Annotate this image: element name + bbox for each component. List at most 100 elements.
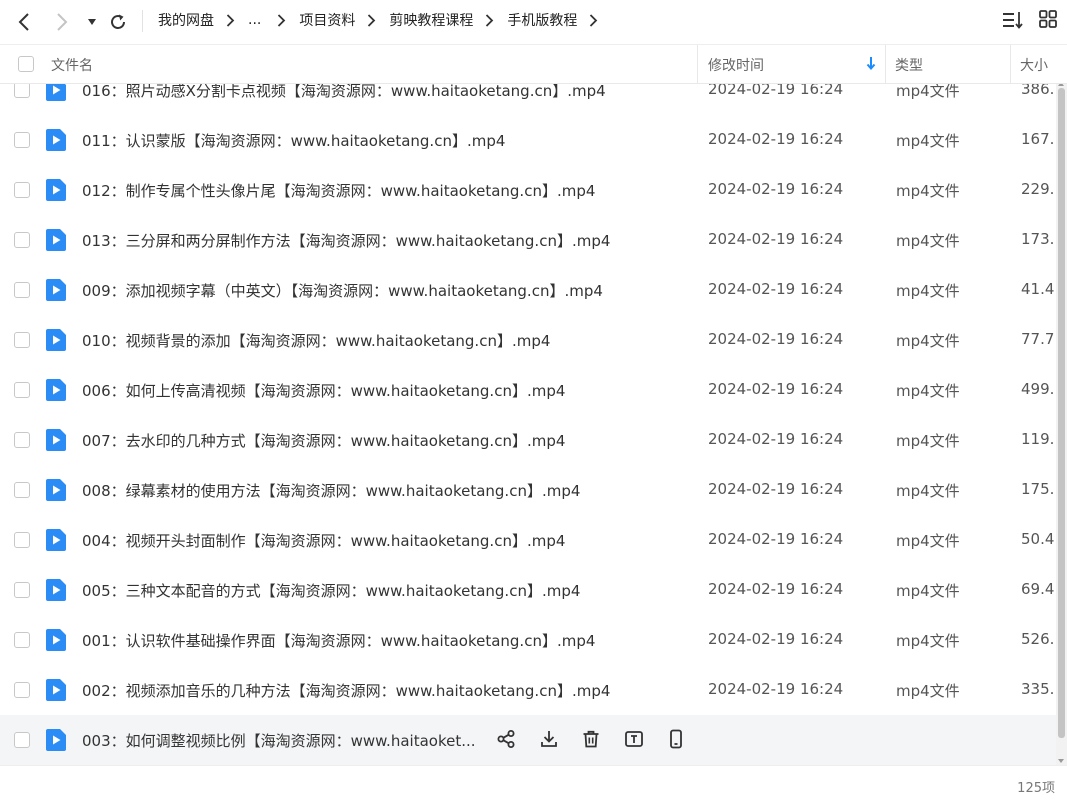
row-checkbox[interactable] <box>14 732 30 748</box>
row-checkbox[interactable] <box>14 132 30 148</box>
row-checkbox[interactable] <box>14 232 30 248</box>
history-dropdown-button[interactable] <box>78 8 106 36</box>
row-checkbox[interactable] <box>14 182 30 198</box>
file-size: 69.4 <box>1021 580 1054 598</box>
grid-view-button[interactable] <box>1039 10 1057 32</box>
trash-button[interactable] <box>580 728 602 750</box>
file-type: mp4文件 <box>896 282 960 300</box>
file-row[interactable]: 003：如何调整视频比例【海淘资源网：www.haitaoket... <box>0 715 1056 765</box>
row-checkbox[interactable] <box>14 282 30 298</box>
column-divider[interactable] <box>697 45 698 83</box>
column-header: 文件名 修改时间 类型 大小 <box>0 44 1067 84</box>
column-divider[interactable] <box>1010 45 1011 83</box>
vertical-scrollbar[interactable] <box>1056 82 1067 765</box>
file-name[interactable]: 005：三种文本配音的方式【海淘资源网：www.haitaoketang.cn】… <box>82 580 580 601</box>
file-size: 526. <box>1021 630 1054 648</box>
scroll-down-arrow-icon[interactable] <box>1058 759 1064 763</box>
file-name[interactable]: 013：三分屏和两分屏制作方法【海淘资源网：www.haitaoketang.c… <box>82 230 610 251</box>
file-size: 229. <box>1021 180 1054 198</box>
refresh-button[interactable] <box>104 8 132 36</box>
caret-down-icon <box>88 19 96 25</box>
file-type: mp4文件 <box>896 132 960 150</box>
file-modified-date: 2024-02-19 16:24 <box>708 530 844 548</box>
video-file-icon <box>46 629 66 651</box>
row-checkbox[interactable] <box>14 382 30 398</box>
file-row[interactable]: 007：去水印的几种方式【海淘资源网：www.haitaoketang.cn】.… <box>0 415 1056 465</box>
file-type: mp4文件 <box>896 232 960 250</box>
row-checkbox[interactable] <box>14 582 30 598</box>
column-divider[interactable] <box>885 45 886 83</box>
file-list[interactable]: 016：照片动感X分割卡点视频【海淘资源网：www.haitaoketang.c… <box>0 65 1056 765</box>
breadcrumb-item-course[interactable]: 剪映教程课程 <box>389 10 473 30</box>
file-name[interactable]: 001：认识软件基础操作界面【海淘资源网：www.haitaoketang.cn… <box>82 630 595 651</box>
file-size: 167. <box>1021 130 1054 148</box>
back-button[interactable] <box>10 8 38 36</box>
file-type: mp4文件 <box>896 582 960 600</box>
file-row[interactable]: 011：认识蒙版【海淘资源网：www.haitaoketang.cn】.mp4 2… <box>0 115 1056 165</box>
video-file-icon <box>46 429 66 451</box>
file-name[interactable]: 003：如何调整视频比例【海淘资源网：www.haitaoket... <box>82 730 476 751</box>
row-checkbox[interactable] <box>14 532 30 548</box>
file-modified-date: 2024-02-19 16:24 <box>708 380 844 398</box>
chevron-right-icon <box>367 13 376 27</box>
file-type: mp4文件 <box>896 182 960 200</box>
row-checkbox[interactable] <box>14 632 30 648</box>
refresh-icon <box>111 14 125 29</box>
file-row[interactable]: 006：如何上传高清视频【海淘资源网：www.haitaoketang.cn】.… <box>0 365 1056 415</box>
file-name[interactable]: 009：添加视频字幕（中英文）【海淘资源网：www.haitaoketang.c… <box>82 280 603 301</box>
chevron-right-icon <box>589 13 598 27</box>
grid-view-icon <box>1039 10 1057 28</box>
file-row[interactable]: 002：视频添加音乐的几种方法【海淘资源网：www.haitaoketang.c… <box>0 665 1056 715</box>
breadcrumb: 我的网盘 ... 项目资料 剪映教程课程 手机版教程 <box>158 0 611 40</box>
row-checkbox[interactable] <box>14 482 30 498</box>
file-size: 41.4 <box>1021 280 1054 298</box>
file-row[interactable]: 013：三分屏和两分屏制作方法【海淘资源网：www.haitaoketang.c… <box>0 215 1056 265</box>
column-type[interactable]: 类型 <box>895 55 923 75</box>
row-actions <box>495 728 708 750</box>
file-row[interactable]: 005：三种文本配音的方式【海淘资源网：www.haitaoketang.cn】… <box>0 565 1056 615</box>
phone-button[interactable] <box>665 728 687 750</box>
file-name[interactable]: 002：视频添加音乐的几种方法【海淘资源网：www.haitaoketang.c… <box>82 680 610 701</box>
row-checkbox[interactable] <box>14 682 30 698</box>
file-name[interactable]: 004：视频开头封面制作【海淘资源网：www.haitaoketang.cn】.… <box>82 530 565 551</box>
file-row[interactable]: 001：认识软件基础操作界面【海淘资源网：www.haitaoketang.cn… <box>0 615 1056 665</box>
file-name[interactable]: 010：视频背景的添加【海淘资源网：www.haitaoketang.cn】.m… <box>82 330 550 351</box>
row-checkbox[interactable] <box>14 82 30 98</box>
breadcrumb-item-ellipsis[interactable]: ... <box>248 12 261 28</box>
share-button[interactable] <box>495 728 517 750</box>
status-bar: 125项 <box>0 765 1067 803</box>
video-file-icon <box>46 479 66 501</box>
video-file-icon <box>46 379 66 401</box>
file-row[interactable]: 008：绿幕素材的使用方法【海淘资源网：www.haitaoketang.cn】… <box>0 465 1056 515</box>
file-name[interactable]: 008：绿幕素材的使用方法【海淘资源网：www.haitaoketang.cn】… <box>82 480 580 501</box>
breadcrumb-item-root[interactable]: 我的网盘 <box>158 10 214 30</box>
column-size[interactable]: 大小 <box>1020 55 1048 75</box>
sort-button[interactable] <box>1002 10 1024 34</box>
video-file-icon <box>46 529 66 551</box>
file-row[interactable]: 009：添加视频字幕（中英文）【海淘资源网：www.haitaoketang.c… <box>0 265 1056 315</box>
video-file-icon <box>46 679 66 701</box>
file-row[interactable]: 012：制作专属个性头像片尾【海淘资源网：www.haitaoketang.cn… <box>0 165 1056 215</box>
column-name[interactable]: 文件名 <box>51 55 93 75</box>
file-name[interactable]: 012：制作专属个性头像片尾【海淘资源网：www.haitaoketang.cn… <box>82 180 595 201</box>
row-checkbox[interactable] <box>14 432 30 448</box>
forward-button[interactable] <box>48 8 76 36</box>
file-name[interactable]: 007：去水印的几种方式【海淘资源网：www.haitaoketang.cn】.… <box>82 430 565 451</box>
column-modified[interactable]: 修改时间 <box>708 55 764 75</box>
file-row[interactable]: 004：视频开头封面制作【海淘资源网：www.haitaoketang.cn】.… <box>0 515 1056 565</box>
file-modified-date: 2024-02-19 16:24 <box>708 330 844 348</box>
file-name[interactable]: 006：如何上传高清视频【海淘资源网：www.haitaoketang.cn】.… <box>82 380 565 401</box>
download-button[interactable] <box>538 728 560 750</box>
scrollbar-thumb[interactable] <box>1058 88 1065 738</box>
row-checkbox[interactable] <box>14 332 30 348</box>
video-file-icon <box>46 229 66 251</box>
file-name[interactable]: 011：认识蒙版【海淘资源网：www.haitaoketang.cn】.mp4 <box>82 130 505 151</box>
rename-button[interactable] <box>623 728 645 750</box>
file-row[interactable]: 010：视频背景的添加【海淘资源网：www.haitaoketang.cn】.m… <box>0 315 1056 365</box>
select-all-checkbox[interactable] <box>18 56 34 72</box>
file-modified-date: 2024-02-19 16:24 <box>708 230 844 248</box>
file-modified-date: 2024-02-19 16:24 <box>708 630 844 648</box>
breadcrumb-item-current[interactable]: 手机版教程 <box>507 10 577 30</box>
file-modified-date: 2024-02-19 16:24 <box>708 480 844 498</box>
breadcrumb-item-project[interactable]: 项目资料 <box>299 10 355 30</box>
